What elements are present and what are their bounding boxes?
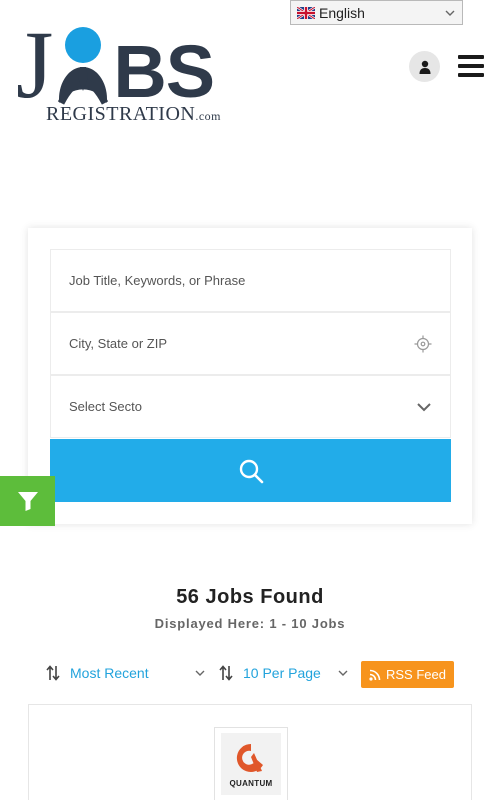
logo-letter-j: J: [16, 11, 54, 118]
language-select[interactable]: English: [290, 0, 463, 25]
page: English J BS REGISTRATION.com Job Title,…: [0, 0, 500, 800]
sector-placeholder: Select Secto: [69, 399, 142, 414]
company-name: QUANTUM: [229, 778, 273, 788]
location-input[interactable]: City, State or ZIP: [50, 312, 451, 375]
per-page-label: 10 Per Page: [243, 665, 321, 681]
menu-bar: [458, 73, 484, 77]
user-account-button[interactable]: [409, 51, 440, 82]
site-logo[interactable]: J BS REGISTRATION.com: [16, 10, 226, 126]
keywords-input[interactable]: Job Title, Keywords, or Phrase: [50, 249, 451, 312]
locate-icon[interactable]: [414, 335, 432, 353]
uk-flag-icon: [297, 6, 315, 19]
chevron-down-icon: [338, 670, 348, 676]
rss-feed-label: RSS Feed: [386, 667, 446, 682]
keywords-placeholder: Job Title, Keywords, or Phrase: [69, 273, 246, 288]
menu-bar: [458, 55, 484, 59]
chevron-down-icon: [195, 670, 205, 676]
results-count-heading: 56 Jobs Found: [176, 586, 324, 608]
sort-arrows-icon: [46, 665, 60, 681]
logo-letters-bs: BS: [113, 30, 215, 113]
job-listing-card[interactable]: QUANTUM: [28, 704, 472, 800]
logo-subtitle: REGISTRATION.com: [46, 103, 226, 126]
results-range-text: Displayed Here: 1 - 10 Jobs: [154, 616, 346, 631]
chevron-down-icon: [417, 402, 431, 411]
per-page-select[interactable]: 10 Per Page: [219, 660, 349, 686]
job-search-form: Job Title, Keywords, or Phrase City, Sta…: [28, 228, 472, 524]
logo-subtitle-text: REGISTRATION: [46, 103, 196, 125]
rss-icon: [369, 669, 381, 681]
sector-select[interactable]: Select Secto: [50, 375, 451, 438]
sort-order-label: Most Recent: [70, 665, 149, 681]
sort-arrows-icon: [219, 665, 233, 681]
logo-person-icon: [53, 25, 113, 105]
location-placeholder: City, State or ZIP: [69, 336, 168, 351]
hamburger-menu-button[interactable]: [458, 55, 484, 77]
quantum-logo-icon: [236, 743, 263, 772]
filter-toggle-button[interactable]: [0, 476, 55, 526]
logo-subtitle-suffix: .com: [195, 109, 222, 123]
language-label: English: [319, 4, 365, 21]
company-logo[interactable]: QUANTUM: [214, 727, 288, 800]
menu-bar: [458, 64, 484, 68]
sort-order-select[interactable]: Most Recent: [46, 660, 206, 686]
search-button[interactable]: [50, 439, 451, 502]
user-icon: [419, 60, 430, 74]
filter-icon: [17, 492, 38, 511]
search-icon: [239, 459, 263, 483]
chevron-down-icon: [445, 10, 455, 16]
rss-feed-button[interactable]: RSS Feed: [361, 661, 454, 688]
